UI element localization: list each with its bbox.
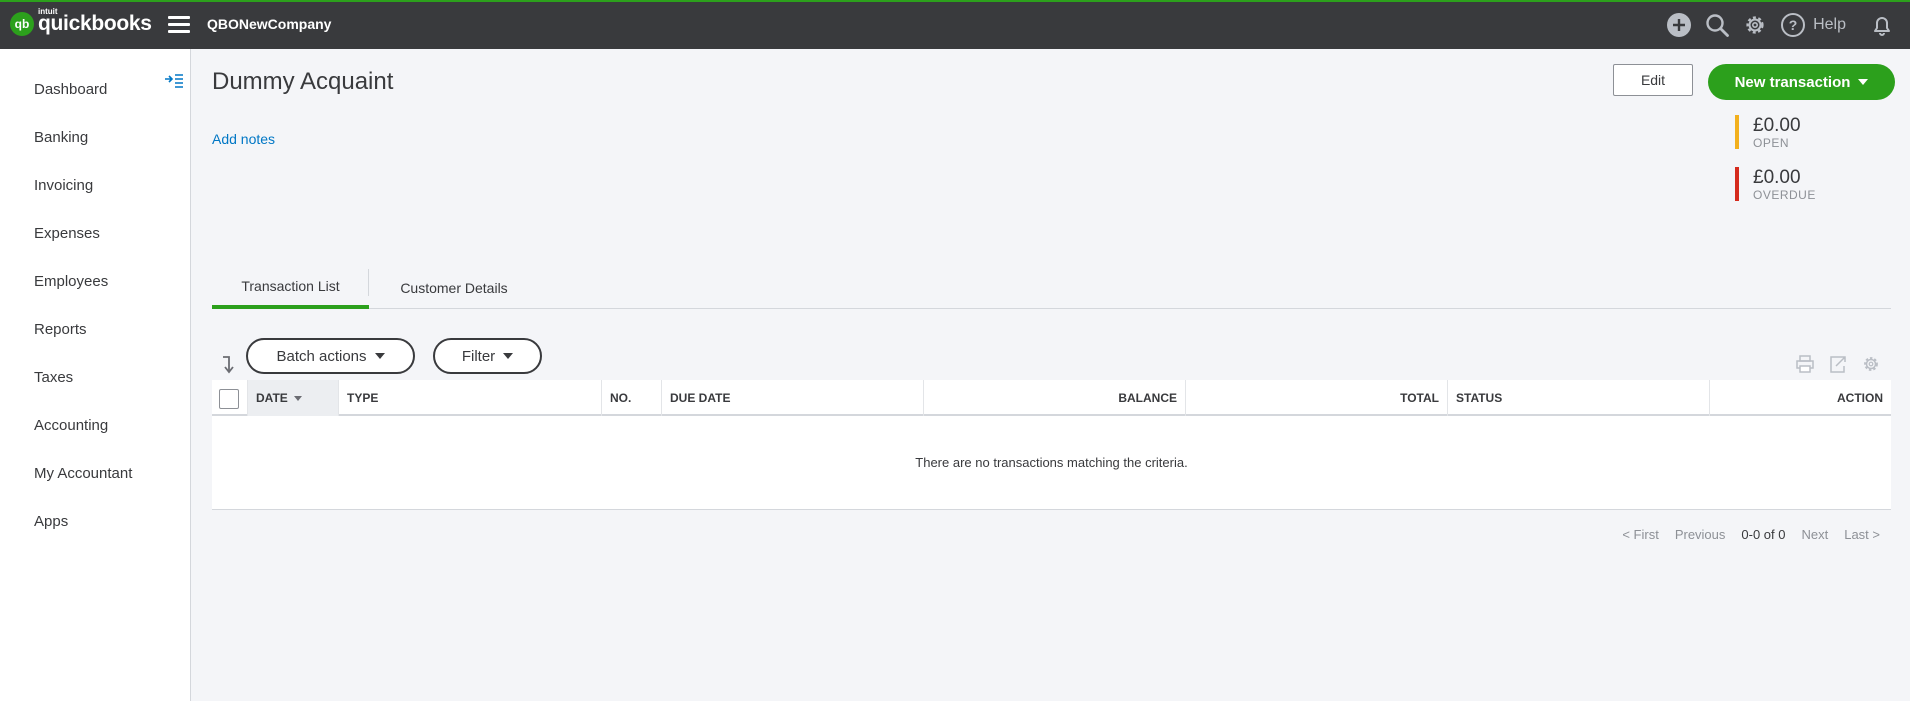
qb-logo-icon: qb (10, 12, 34, 36)
svg-text:?: ? (1789, 17, 1798, 33)
column-due-date[interactable]: DUE DATE (662, 380, 924, 416)
table-tools (1795, 354, 1894, 374)
sidebar-item-expenses[interactable]: Expenses (34, 225, 100, 242)
plus-icon[interactable] (1665, 11, 1693, 39)
transactions-table: DATE TYPE NO. DUE DATE BALANCE TOTAL STA… (212, 380, 1891, 510)
open-label: OPEN (1753, 136, 1790, 150)
column-total[interactable]: TOTAL (1186, 380, 1448, 416)
sort-down-icon (293, 395, 302, 401)
pager-last[interactable]: Last > (1844, 527, 1880, 542)
column-status[interactable]: STATUS (1448, 380, 1710, 416)
new-transaction-button[interactable]: New transaction (1708, 64, 1895, 100)
help-icon[interactable]: ? (1779, 11, 1807, 39)
overdue-indicator-bar (1735, 167, 1739, 201)
sidebar-item-apps[interactable]: Apps (34, 513, 68, 530)
pager-first[interactable]: < First (1622, 527, 1658, 542)
filter-button[interactable]: Filter (433, 338, 542, 374)
tab-transaction-list[interactable]: Transaction List (212, 266, 369, 309)
gear-icon[interactable] (1741, 11, 1769, 39)
filter-label: Filter (461, 347, 496, 365)
export-icon[interactable] (1828, 354, 1848, 374)
empty-message: There are no transactions matching the c… (212, 416, 1891, 510)
sidebar-item-employees[interactable]: Employees (34, 273, 108, 290)
overdue-amount: £0.00 (1753, 167, 1801, 188)
open-balance: £0.00 OPEN (1735, 115, 1801, 150)
print-icon[interactable] (1795, 354, 1815, 374)
column-date[interactable]: DATE (248, 380, 339, 416)
sidebar-item-accounting[interactable]: Accounting (34, 417, 108, 434)
batch-actions-button[interactable]: Batch actions (246, 338, 415, 374)
page-title: Dummy Acquaint (212, 68, 394, 95)
collapse-sidebar-icon[interactable] (164, 73, 184, 94)
top-bar: qb intuit quickbooks QBONewCompany ? Hel… (0, 0, 1910, 49)
column-type[interactable]: TYPE (339, 380, 602, 416)
pager-next[interactable]: Next (1801, 527, 1828, 542)
sort-arrow-icon[interactable] (221, 355, 237, 380)
company-name: QBONewCompany (207, 16, 332, 32)
chevron-down-icon (503, 353, 514, 359)
pagination: < First Previous 0-0 of 0 Next Last > (1606, 527, 1880, 542)
pager-previous[interactable]: Previous (1675, 527, 1726, 542)
new-transaction-label: New transaction (1734, 73, 1851, 91)
sidebar-item-taxes[interactable]: Taxes (34, 369, 73, 386)
sidebar-item-my-accountant[interactable]: My Accountant (34, 465, 132, 482)
top-icons: ? Help (1655, 11, 1896, 39)
menu-icon[interactable] (168, 16, 190, 34)
overdue-balance: £0.00 OVERDUE (1735, 167, 1816, 202)
quickbooks-logo[interactable]: qb intuit quickbooks (10, 7, 152, 36)
overdue-label: OVERDUE (1753, 188, 1816, 202)
search-icon[interactable] (1703, 11, 1731, 39)
edit-button[interactable]: Edit (1613, 64, 1693, 96)
sidebar-item-banking[interactable]: Banking (34, 129, 88, 146)
logo-intuit-text: intuit (38, 7, 58, 16)
logo-wordmark: intuit quickbooks (38, 7, 152, 36)
sidebar-item-dashboard[interactable]: Dashboard (34, 81, 107, 98)
settings-gear-icon[interactable] (1861, 354, 1881, 374)
column-date-label: DATE (256, 391, 288, 405)
sidebar-item-reports[interactable]: Reports (34, 321, 87, 338)
add-notes-link[interactable]: Add notes (212, 131, 275, 147)
tab-customer-details[interactable]: Customer Details (369, 266, 539, 309)
table-header: DATE TYPE NO. DUE DATE BALANCE TOTAL STA… (212, 380, 1891, 416)
chevron-down-icon (374, 353, 385, 359)
column-balance[interactable]: BALANCE (924, 380, 1186, 416)
bell-icon[interactable] (1868, 11, 1896, 39)
batch-actions-label: Batch actions (276, 347, 367, 365)
column-action: ACTION (1837, 391, 1883, 405)
open-indicator-bar (1735, 115, 1739, 149)
tab-bar: Transaction List Customer Details (212, 266, 1891, 309)
open-amount: £0.00 (1753, 115, 1801, 136)
chevron-down-icon (1858, 79, 1869, 85)
column-no[interactable]: NO. (602, 380, 662, 416)
help-label[interactable]: Help (1813, 16, 1846, 34)
sidebar: Dashboard Banking Invoicing Expenses Emp… (0, 49, 191, 701)
select-all-cell (212, 380, 248, 416)
select-all-checkbox[interactable] (219, 389, 239, 409)
pager-range: 0-0 of 0 (1741, 527, 1786, 542)
sidebar-item-invoicing[interactable]: Invoicing (34, 177, 93, 194)
